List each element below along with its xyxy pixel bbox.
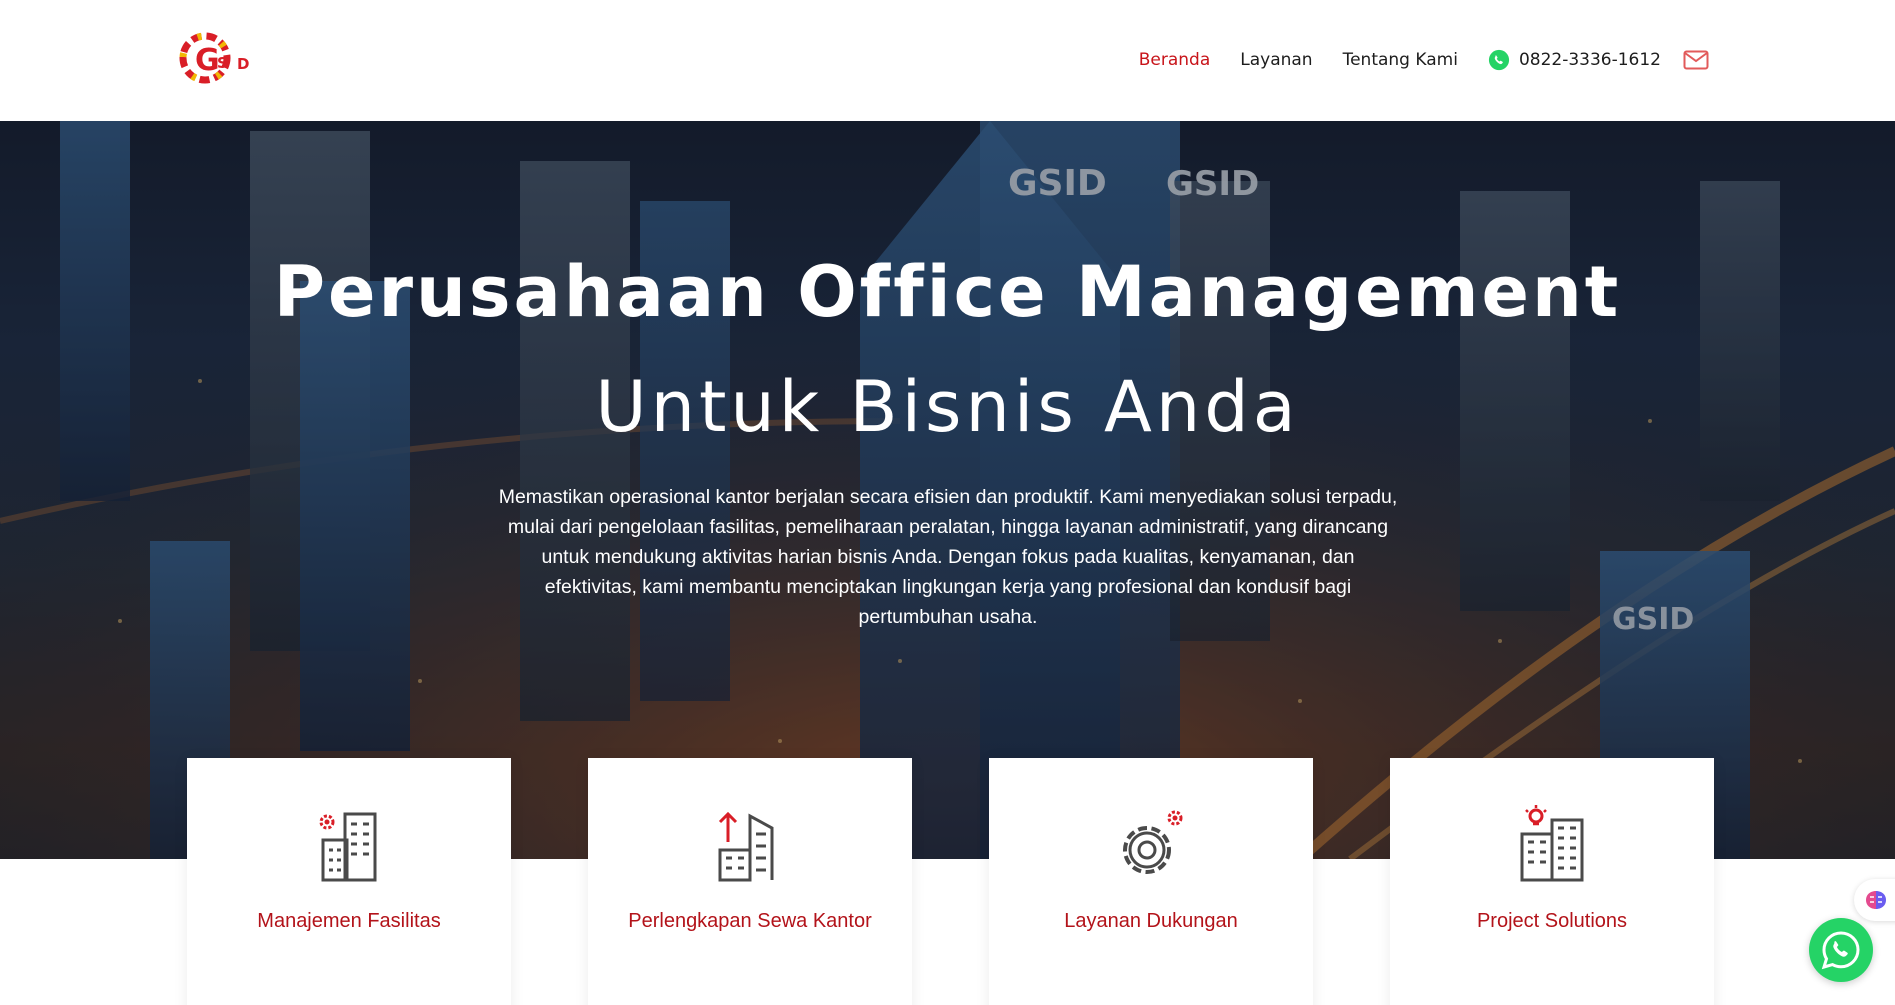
gsid-logo[interactable]: G S D	[175, 26, 257, 96]
service-label: Manajemen Fasilitas	[257, 910, 441, 932]
hero-section: GSID GSID GSID Perusahaan Office Managem…	[0, 121, 1895, 859]
site-header: G S D Beranda Layanan Tentang Kami 0822-…	[0, 0, 1895, 121]
assistant-widget[interactable]	[1854, 879, 1895, 921]
nav-layanan[interactable]: Layanan	[1240, 50, 1312, 70]
whatsapp-chat-button[interactable]	[1809, 918, 1873, 982]
hero-description: Memastikan operasional kantor berjalan s…	[498, 486, 1398, 628]
svg-text:G: G	[195, 43, 220, 78]
mail-icon[interactable]	[1683, 50, 1709, 70]
svg-text:D: D	[237, 55, 249, 73]
phone-link[interactable]: 0822-3336-1612	[1488, 49, 1661, 71]
service-label: Layanan Dukungan	[1064, 910, 1238, 932]
building-bulb-icon	[1520, 805, 1584, 882]
main-nav: Beranda Layanan Tentang Kami 0822-3336-1…	[1109, 44, 1709, 76]
building-gear-icon	[319, 812, 377, 882]
service-card-manajemen-fasilitas[interactable]: Manajemen Fasilitas	[187, 758, 511, 1005]
service-label: Perlengkapan Sewa Kantor	[628, 910, 872, 932]
whatsapp-chat-icon	[1821, 931, 1860, 970]
building-arrow-icon	[718, 811, 774, 882]
nav-beranda[interactable]: Beranda	[1139, 50, 1211, 70]
service-card-perlengkapan-sewa-kantor[interactable]: Perlengkapan Sewa Kantor	[588, 758, 912, 1005]
hero-title: Perusahaan Office Management	[273, 251, 1622, 333]
phone-number: 0822-3336-1612	[1518, 50, 1661, 70]
service-card-layanan-dukungan[interactable]: Layanan Dukungan	[989, 758, 1313, 1005]
gear-icon	[1123, 810, 1183, 874]
nav-tentang-kami[interactable]: Tentang Kami	[1343, 50, 1458, 70]
svg-text:S: S	[217, 54, 228, 72]
hero-subtitle: Untuk Bisnis Anda	[595, 366, 1300, 448]
brain-icon	[1866, 891, 1886, 909]
service-card-project-solutions[interactable]: Project Solutions	[1390, 758, 1714, 1005]
whatsapp-icon	[1488, 49, 1510, 71]
service-label: Project Solutions	[1476, 910, 1628, 932]
gsid-logo-icon: G S D	[179, 32, 249, 84]
